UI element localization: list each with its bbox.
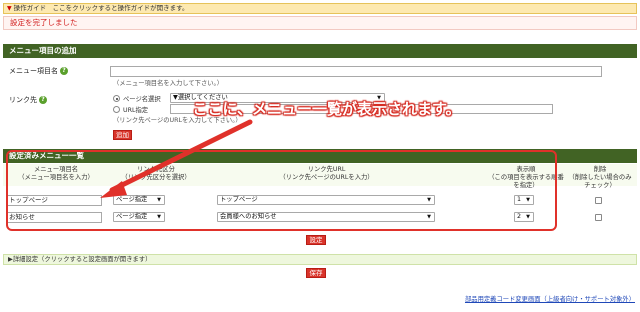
menu-name-label: メニュー項目名 ? (9, 66, 68, 76)
radio-url[interactable]: URL指定 (113, 105, 148, 114)
col-header-sub: （削除したい場合のみチェック） (568, 174, 632, 189)
menu-name-hint: （メニュー項目名を入力して下さい。） (113, 80, 224, 87)
save-button[interactable]: 保存 (306, 268, 326, 278)
radio-unselected-icon (113, 106, 120, 113)
link-label: リンク先 ? (9, 95, 47, 105)
help-icon[interactable]: ? (39, 96, 47, 104)
menu-name-label-text: メニュー項目名 (9, 67, 58, 75)
add-section-header: メニュー項目の追加 (3, 44, 637, 58)
callout-text: ここに、メニュー一覧が表示されます。 (192, 100, 461, 118)
help-icon[interactable]: ? (60, 67, 68, 75)
menu-name-input[interactable] (110, 66, 602, 77)
completion-message: 設定を完了しました (3, 16, 637, 30)
link-label-text: リンク先 (9, 96, 37, 104)
radio-url-label: URL指定 (123, 107, 149, 114)
radio-page-select[interactable]: ページ名選択 (113, 94, 161, 103)
row-delete-checkbox[interactable] (595, 214, 602, 221)
detail-settings-text: 詳細設定（クリックすると設定画面が開きます） (12, 256, 152, 263)
advanced-code-link[interactable]: 部品用定義コード変更画面（上級者向け・サポート対象外） (465, 294, 635, 303)
radio-page-label: ページ名選択 (123, 96, 161, 103)
col-header-label: 削除 (593, 166, 607, 173)
triangle-down-icon: ▼ (7, 5, 12, 12)
detail-settings-bar[interactable]: ▶詳細設定（クリックすると設定画面が開きます） (3, 254, 637, 265)
guide-bar-text: 操作ガイド ここをクリックすると操作ガイドが開きます。 (13, 4, 189, 12)
row-delete-checkbox[interactable] (595, 197, 602, 204)
set-button[interactable]: 設定 (306, 235, 326, 245)
guide-bar[interactable]: ▼ 操作ガイド ここをクリックすると操作ガイドが開きます。 (3, 3, 637, 14)
radio-selected-icon (113, 95, 120, 102)
highlight-box (6, 150, 557, 231)
add-button[interactable]: 追加 (113, 130, 132, 140)
col-header-delete: 削除 （削除したい場合のみチェック） (566, 166, 634, 190)
